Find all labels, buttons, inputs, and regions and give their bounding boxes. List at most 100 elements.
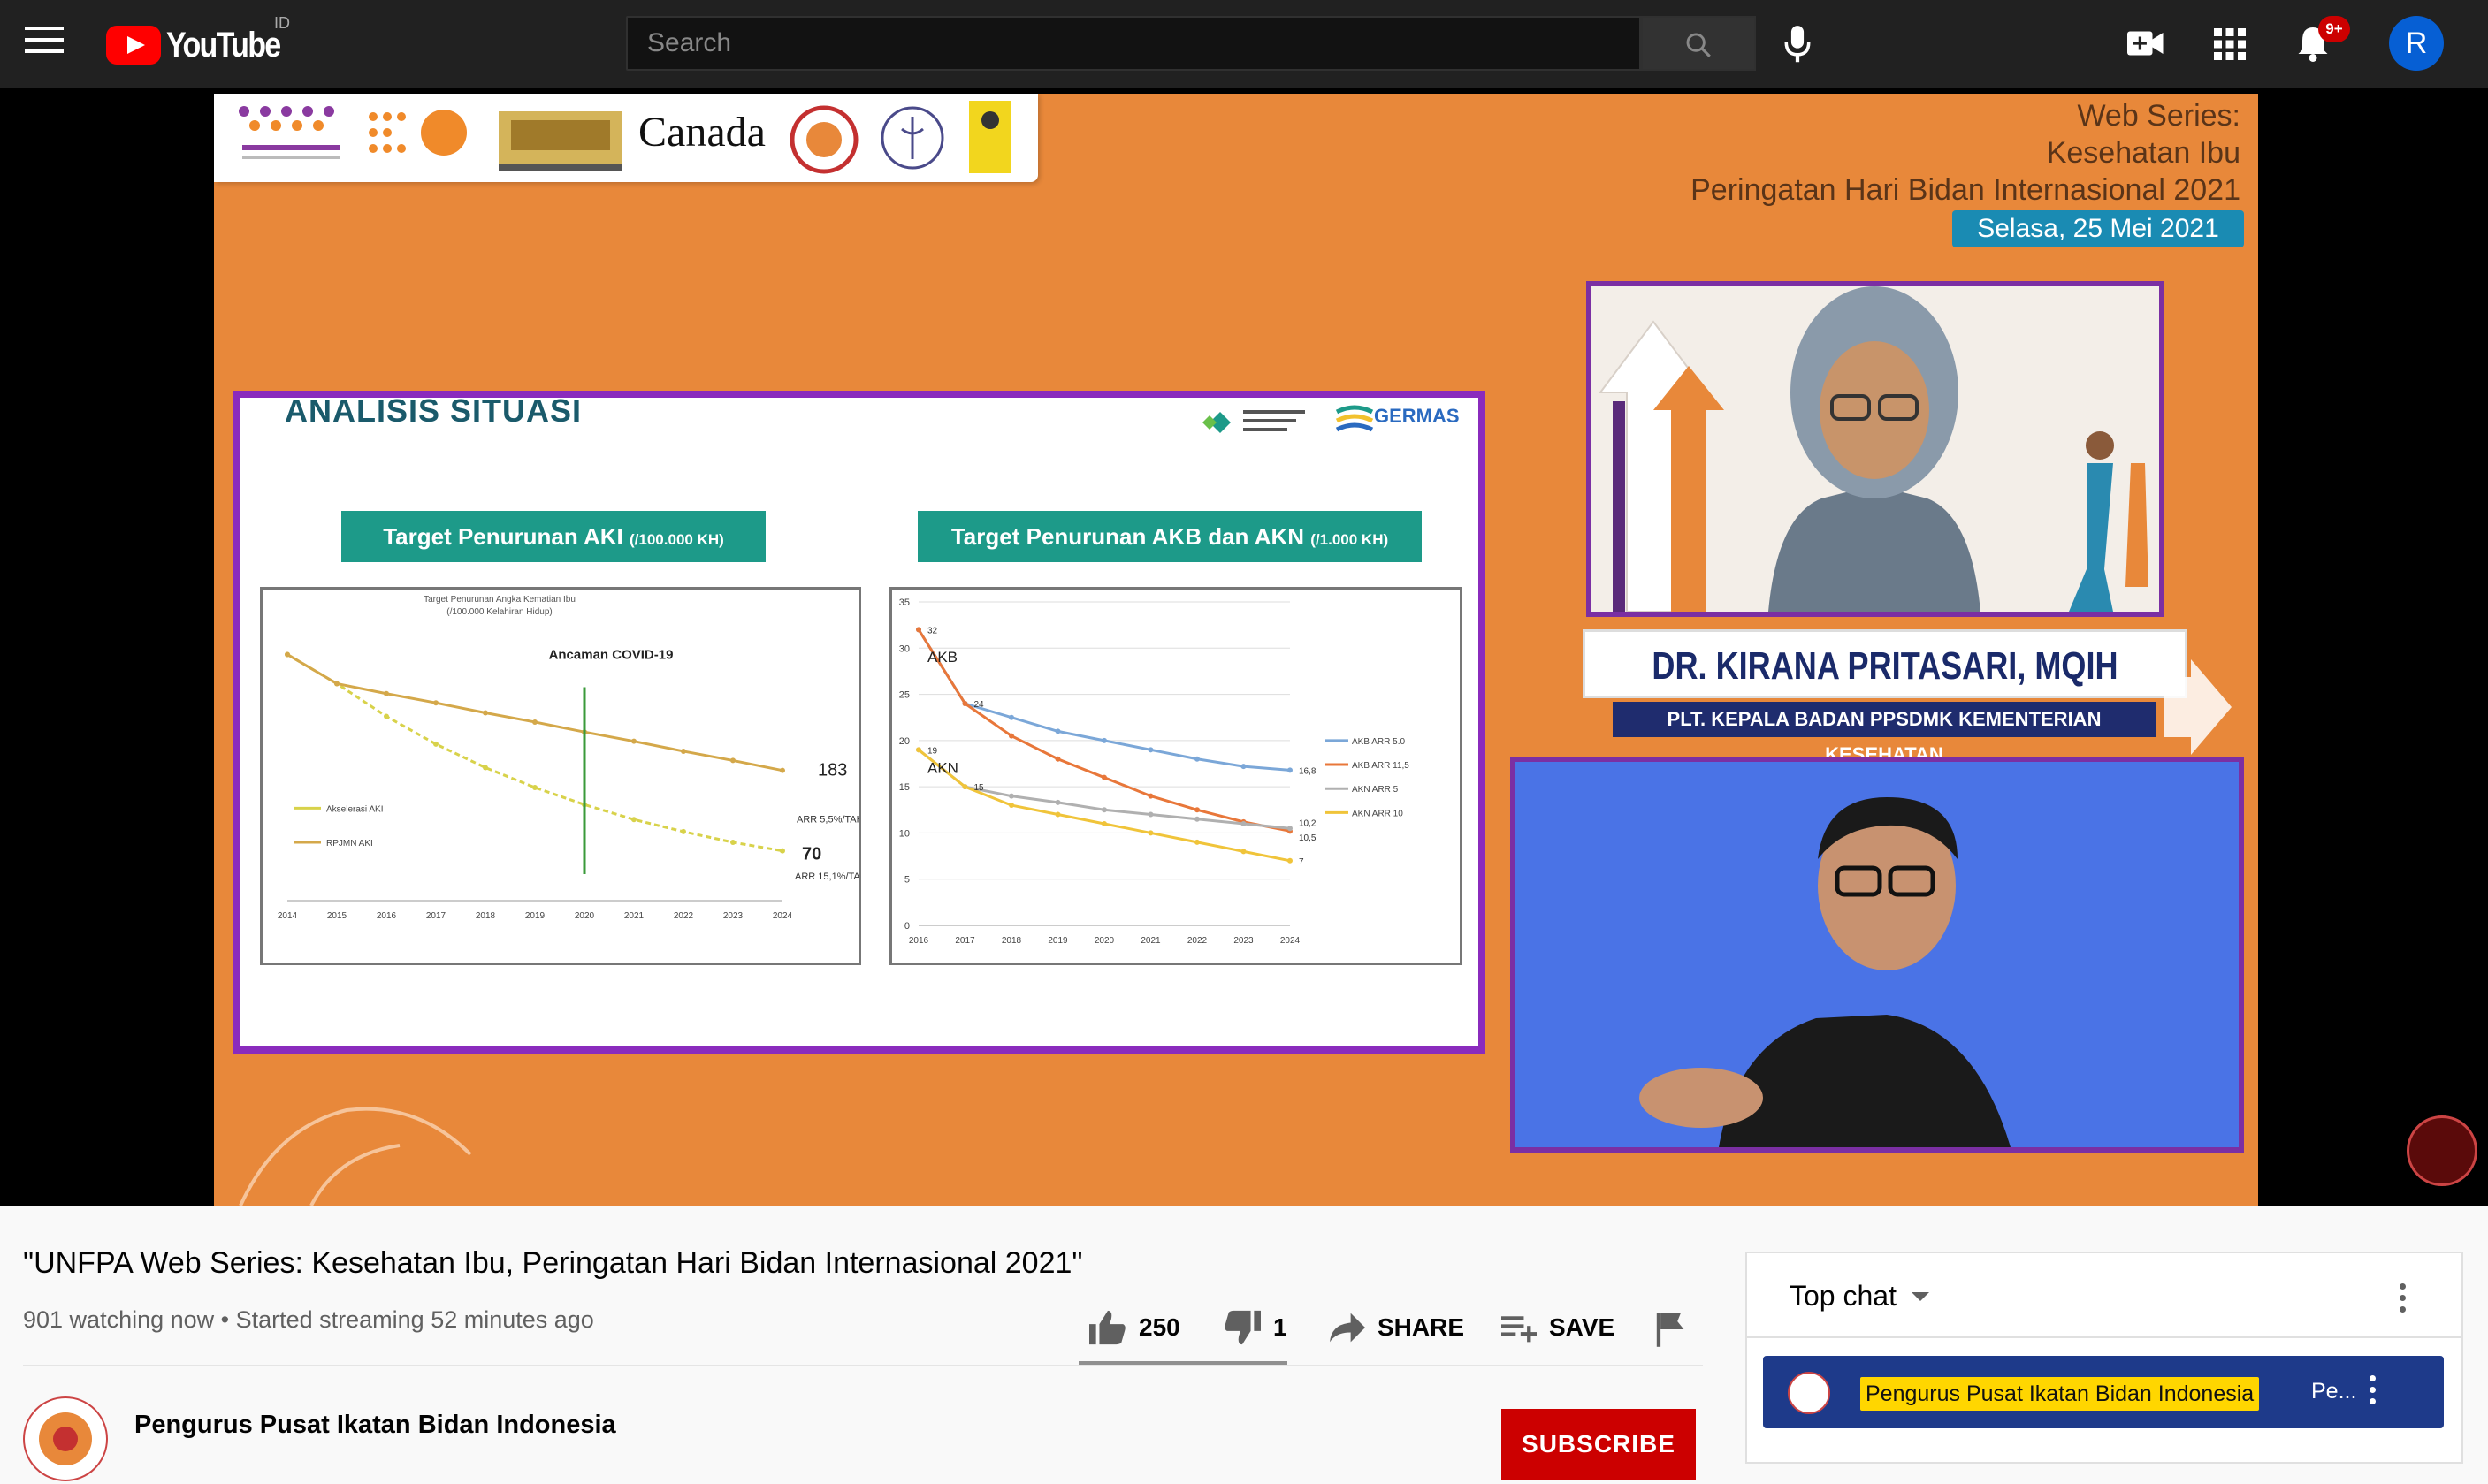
data-point: [681, 748, 686, 754]
share-button[interactable]: SHARE: [1328, 1301, 1464, 1354]
akb-akn-chart: 0 5 10 15 20 25 30 35 2016 2017 2018 2019 2020 2021 20…: [889, 587, 1462, 965]
x-tick-label: 2019: [525, 911, 546, 921]
save-button[interactable]: SAVE: [1500, 1301, 1614, 1354]
data-point: [483, 710, 488, 716]
pinned-author-name: Pengurus Pusat Ikatan Bidan Indonesia: [1860, 1377, 2260, 1411]
chart-subtitle: (/100.000 Kelahiran Hidup): [446, 607, 553, 617]
x-tick-label: 2018: [476, 911, 496, 921]
search-box: [626, 16, 1641, 71]
data-point: [433, 741, 439, 747]
aki-chart-header: Target Penurunan AKI (/100.000 KH): [341, 511, 766, 562]
data-point: [1102, 807, 1107, 813]
data-point: [1148, 811, 1154, 818]
y-tick-label: 25: [899, 690, 910, 701]
legend-label: AKB ARR 11,5: [1352, 761, 1409, 771]
notification-count-badge: 9+: [2318, 16, 2350, 42]
akb-label: AKB: [927, 649, 958, 666]
data-point: [780, 848, 785, 854]
presentation-slide: ANALISIS SITUASI GERMAS Target Penurunan…: [233, 391, 1485, 1054]
data-point: [1055, 811, 1061, 818]
search-input[interactable]: [628, 18, 1639, 69]
y-tick-label: 30: [899, 643, 910, 654]
point-label: 15: [974, 783, 985, 793]
chat-more-options-icon[interactable]: [2400, 1283, 2407, 1318]
youtube-logo[interactable]: YouTube: [106, 25, 300, 65]
x-tick-label: 2014: [278, 911, 298, 921]
share-label: SHARE: [1378, 1313, 1465, 1341]
like-count: 250: [1139, 1313, 1180, 1341]
report-flag-icon[interactable]: [1655, 1312, 1687, 1347]
pinned-chat-message[interactable]: Pengurus Pusat Ikatan Bidan Indonesia Pe…: [1763, 1356, 2444, 1428]
data-point: [1194, 816, 1200, 822]
pinned-more-options-icon[interactable]: [2370, 1375, 2377, 1410]
knowledge-hub-logo: [239, 106, 340, 159]
data-point: [1240, 764, 1247, 770]
dislike-button[interactable]: 1: [1222, 1301, 1287, 1354]
chevron-down-icon[interactable]: [1912, 1292, 1929, 1301]
data-point: [1148, 793, 1154, 799]
x-tick-label: 2023: [1233, 936, 1254, 946]
akb-chart-header: Target Penurunan AKB dan AKN (/1.000 KH): [918, 511, 1422, 562]
x-tick-label: 2022: [1187, 936, 1208, 946]
add-to-playlist-icon: [1501, 1316, 1537, 1343]
legend-label: RPJMN AKI: [326, 839, 373, 849]
video-player[interactable]: Canada Web Series: Kesehatan Ibu Peringa…: [0, 88, 2488, 1206]
x-tick-label: 2020: [575, 911, 595, 921]
video-frame: Canada Web Series: Kesehatan Ibu Peringa…: [214, 94, 2258, 1206]
legend-label: AKN ARR 10: [1352, 809, 1403, 818]
data-point: [1148, 747, 1154, 753]
account-avatar[interactable]: R: [2389, 16, 2444, 71]
create-video-icon[interactable]: [2127, 28, 2164, 58]
akb-chart-unit: (/1.000 KH): [1310, 531, 1389, 548]
channel-watermark-logo: [2407, 1115, 2477, 1186]
series-line: Peringatan Hari Bidan Internasional 2021: [1690, 173, 2240, 207]
dislike-count: 1: [1273, 1313, 1287, 1341]
menu-icon[interactable]: [25, 27, 64, 62]
microphone-icon[interactable]: [1782, 23, 1813, 64]
data-point: [483, 765, 488, 771]
y-tick-label: 15: [899, 782, 910, 793]
series-line: [917, 628, 1291, 833]
y-tick-label: 0: [904, 921, 910, 932]
decorative-arrow: [2164, 659, 2232, 755]
aki-chart-unit: (/100.000 KH): [630, 531, 724, 548]
data-point: [384, 690, 389, 696]
y-tick-label: 35: [899, 597, 910, 608]
midwife-emblem-logo: [881, 106, 944, 170]
data-point: [730, 839, 736, 845]
data-point: [1009, 793, 1014, 799]
end-label: 16,8: [1299, 766, 1317, 776]
x-tick-label: 2017: [426, 911, 446, 921]
y-tick-label: 5: [904, 875, 910, 886]
point-label: 32: [927, 626, 938, 635]
x-tick-label: 2018: [1002, 936, 1022, 946]
apps-grid-icon[interactable]: [2214, 28, 2246, 60]
legend-label: AKN ARR 5: [1352, 785, 1399, 795]
masthead: YouTube ID 9+ R: [0, 0, 2488, 88]
search-button[interactable]: [1641, 16, 1756, 71]
like-button[interactable]: 250: [1088, 1301, 1180, 1354]
video-meta: 901 watching now • Started streaming 52 …: [23, 1306, 594, 1333]
y-tick-label: 10: [899, 828, 910, 839]
data-point: [285, 651, 290, 658]
channel-name[interactable]: Pengurus Pusat Ikatan Bidan Indonesia: [134, 1411, 616, 1440]
x-tick-label: 2015: [327, 911, 347, 921]
data-point: [1240, 849, 1247, 855]
subscribe-button[interactable]: SUBSCRIBE: [1501, 1409, 1696, 1480]
channel-avatar[interactable]: [23, 1396, 108, 1481]
chat-mode-dropdown[interactable]: Top chat: [1790, 1280, 1897, 1313]
data-point: [1055, 756, 1061, 762]
end-label: 10,2: [1299, 818, 1317, 828]
data-point: [1194, 756, 1200, 762]
search-icon: [1686, 33, 1711, 57]
akn-label: AKN: [927, 759, 958, 776]
data-point: [1287, 826, 1293, 832]
data-point: [730, 757, 736, 764]
data-point: [681, 828, 686, 834]
kemenkes-logo: [1202, 410, 1305, 433]
data-point: [1102, 820, 1107, 826]
akb-chart-heading: Target Penurunan AKB dan AKN: [950, 523, 1305, 550]
aki-chart: Target Penurunan Angka Kematian Ibu (/100…: [260, 587, 861, 965]
series-line: [918, 749, 1291, 863]
speaker-name: DR. KIRANA PRITASARI, MQIH: [1652, 644, 2118, 688]
